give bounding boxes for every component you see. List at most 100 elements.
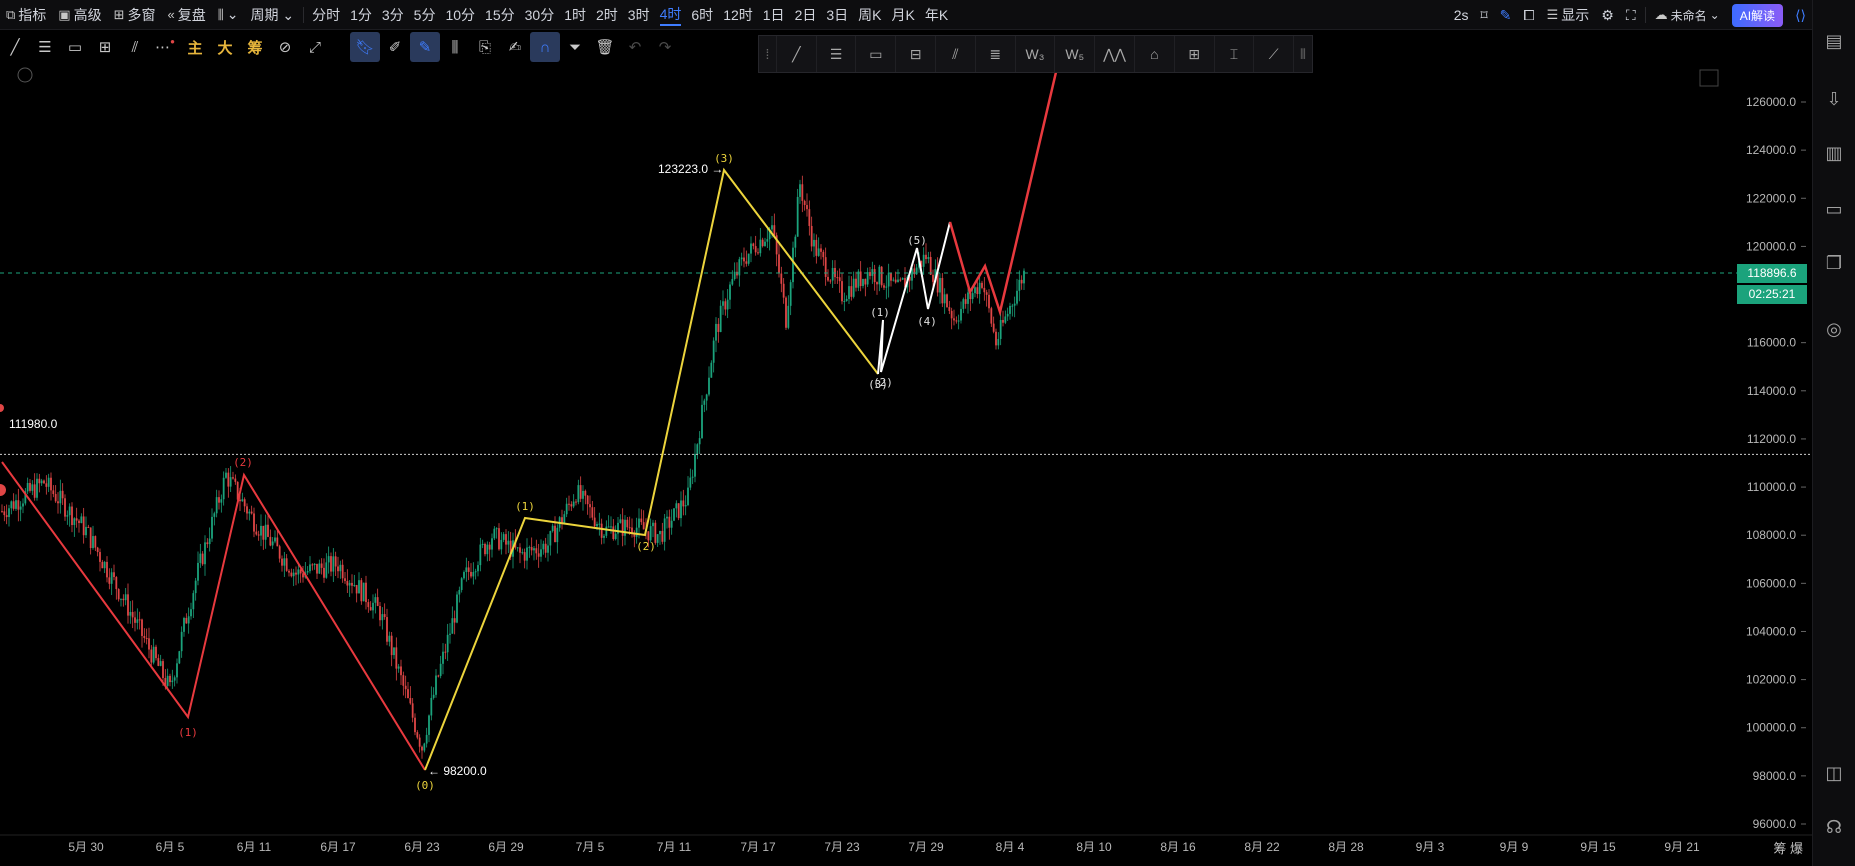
pen-icon[interactable]: ✎ [1494, 0, 1518, 30]
camera-icon[interactable]: ⌑ [1474, 0, 1493, 30]
filter-icon[interactable]: ⏷ [560, 32, 590, 62]
candle-body [857, 271, 860, 288]
candle-body [404, 685, 407, 690]
price-tick: 112000.0 [1747, 432, 1796, 446]
period-tab[interactable]: 3分 [377, 0, 409, 30]
period-tab[interactable]: 1日 [758, 0, 790, 30]
drag-handle-icon[interactable]: ⁞ [759, 36, 777, 72]
bookmark-icon[interactable]: 🔖︎ [350, 32, 380, 62]
period-tab[interactable]: 2时 [591, 0, 623, 30]
ray-icon[interactable]: ⟋ [1254, 36, 1295, 72]
rectangle-icon[interactable]: ▭ [60, 32, 90, 62]
layout-name-dropdown[interactable]: ☁ 未命名 ⌄ [1649, 0, 1726, 30]
horizontal-lines-icon[interactable]: ☰ [30, 32, 60, 62]
price-chart[interactable]: 126000.0124000.0122000.0120000.0118000.0… [0, 0, 1812, 866]
period-tab[interactable]: 3时 [623, 0, 655, 30]
candle-body [432, 694, 435, 698]
headset-icon[interactable]: ☊ [1813, 810, 1855, 844]
main-indicator-button[interactable]: 主 [180, 32, 210, 62]
sync-icon[interactable]: ⤢ [300, 32, 330, 62]
period-tab[interactable]: 5分 [409, 0, 441, 30]
parallel-lines-icon[interactable]: ☰ [817, 36, 857, 72]
multi-window-button[interactable]: ⊞ 多窗 [108, 0, 162, 30]
bar-grip-icon[interactable]: ⦀ [1294, 36, 1312, 72]
advanced-button[interactable]: ▣ 高级 [52, 0, 107, 30]
period-tab[interactable]: 2日 [790, 0, 822, 30]
period-tab[interactable]: 1分 [345, 0, 377, 30]
clipboard-icon[interactable]: ⎘ [470, 32, 500, 62]
wave5-icon[interactable]: W₅ [1055, 36, 1096, 72]
period-tab[interactable]: 年K [920, 0, 953, 30]
download-icon[interactable]: ⇩ [1813, 82, 1855, 116]
redo-icon[interactable]: ↷ [650, 32, 680, 62]
big-order-button[interactable]: 大 [210, 32, 240, 62]
ai-interpret-button[interactable]: AI解读 [1731, 3, 1784, 27]
indicator-button[interactable]: ⧉ 指标 [0, 0, 52, 30]
price-range-icon[interactable]: ⌶ [1215, 36, 1255, 72]
edge-marker[interactable] [0, 404, 4, 412]
fullscreen-icon[interactable]: ⛶ [1620, 0, 1642, 30]
wave3-icon[interactable]: W₃ [1016, 36, 1056, 72]
period-tab[interactable]: 4时 [655, 0, 687, 30]
time-tick: 9月 21 [1664, 840, 1700, 854]
fib-icon[interactable]: ⫽ [120, 32, 150, 62]
edge-marker[interactable] [0, 484, 6, 496]
layout-icon[interactable]: ◫ [1813, 756, 1855, 790]
chart-type-dropdown[interactable]: ⫼ ⌄ [212, 0, 245, 30]
line-icon[interactable]: ╱ [777, 36, 817, 72]
candle-body [885, 286, 888, 288]
candle-body [1011, 305, 1014, 307]
ruler-icon[interactable]: ✐ [380, 32, 410, 62]
box-plus-icon[interactable]: ⊞ [1175, 36, 1215, 72]
candle-body [752, 243, 755, 247]
popout-icon[interactable]: ⧠ [1517, 0, 1540, 30]
expand-icon[interactable] [17, 67, 33, 83]
period-tab[interactable]: 分时 [307, 0, 345, 30]
period-dropdown[interactable]: 周期 ⌄ [244, 0, 300, 30]
monitor-icon[interactable]: ▭ [1813, 192, 1855, 226]
period-tab[interactable]: 周K [853, 0, 886, 30]
chips-button[interactable]: 筹 [240, 32, 270, 62]
period-tab[interactable]: 30分 [520, 0, 560, 30]
head-shoulders-icon[interactable]: ⌂ [1135, 36, 1175, 72]
measure-icon[interactable]: ⊞ [90, 32, 120, 62]
document-icon[interactable]: ▤ [1813, 24, 1855, 58]
undo-icon[interactable]: ↶ [620, 32, 650, 62]
yellow-wave-line[interactable] [424, 167, 879, 771]
period-tab[interactable]: 6时 [686, 0, 718, 30]
candle-body [129, 611, 132, 616]
candle-body [409, 698, 412, 704]
candle-icon[interactable]: ⫼ [440, 32, 470, 62]
compare-icon[interactable]: ⊘ [270, 32, 300, 62]
fib-levels-icon[interactable]: ≣ [976, 36, 1016, 72]
settings-icon[interactable]: ⚙ [1595, 0, 1620, 30]
chart-corner-icon[interactable] [1699, 69, 1719, 87]
share-icon[interactable]: ⟨⟩ [1789, 0, 1812, 30]
display-button[interactable]: ☰ 显示 [1541, 0, 1596, 30]
delete-icon[interactable]: 🗑︎ [590, 32, 620, 62]
replay-button[interactable]: «复盘 [162, 0, 212, 30]
time-tick: 6月 23 [404, 840, 440, 854]
refresh-rate[interactable]: 2s [1448, 0, 1475, 30]
period-tab[interactable]: 月K [887, 0, 920, 30]
trendline-icon[interactable]: ╱ [0, 32, 30, 62]
window-icon[interactable]: ❐ [1813, 246, 1855, 280]
gauge-icon[interactable]: ◎ [1813, 312, 1855, 346]
range-icon[interactable]: ⊟ [896, 36, 937, 72]
candle-body [614, 533, 617, 540]
period-tab[interactable]: 10分 [440, 0, 480, 30]
period-tab[interactable]: 15分 [480, 0, 520, 30]
channel-icon[interactable]: ⫽ [936, 36, 976, 72]
candle-body [395, 647, 398, 669]
period-tab[interactable]: 1时 [559, 0, 591, 30]
period-tab[interactable]: 3日 [821, 0, 853, 30]
candle-body [589, 504, 591, 508]
rectangle-icon[interactable]: ▭ [856, 36, 897, 72]
pattern-icon[interactable]: ⋀⋀ [1095, 36, 1135, 72]
magnet-icon[interactable]: ∩ [530, 32, 560, 62]
more-icon[interactable]: ⋯ ● [150, 32, 180, 62]
pen-tool-icon[interactable]: ✎ [410, 32, 440, 62]
edit-icon[interactable]: ✍ [500, 32, 530, 62]
bar-chart-icon[interactable]: ▥ [1813, 136, 1855, 170]
period-tab[interactable]: 12时 [718, 0, 758, 30]
